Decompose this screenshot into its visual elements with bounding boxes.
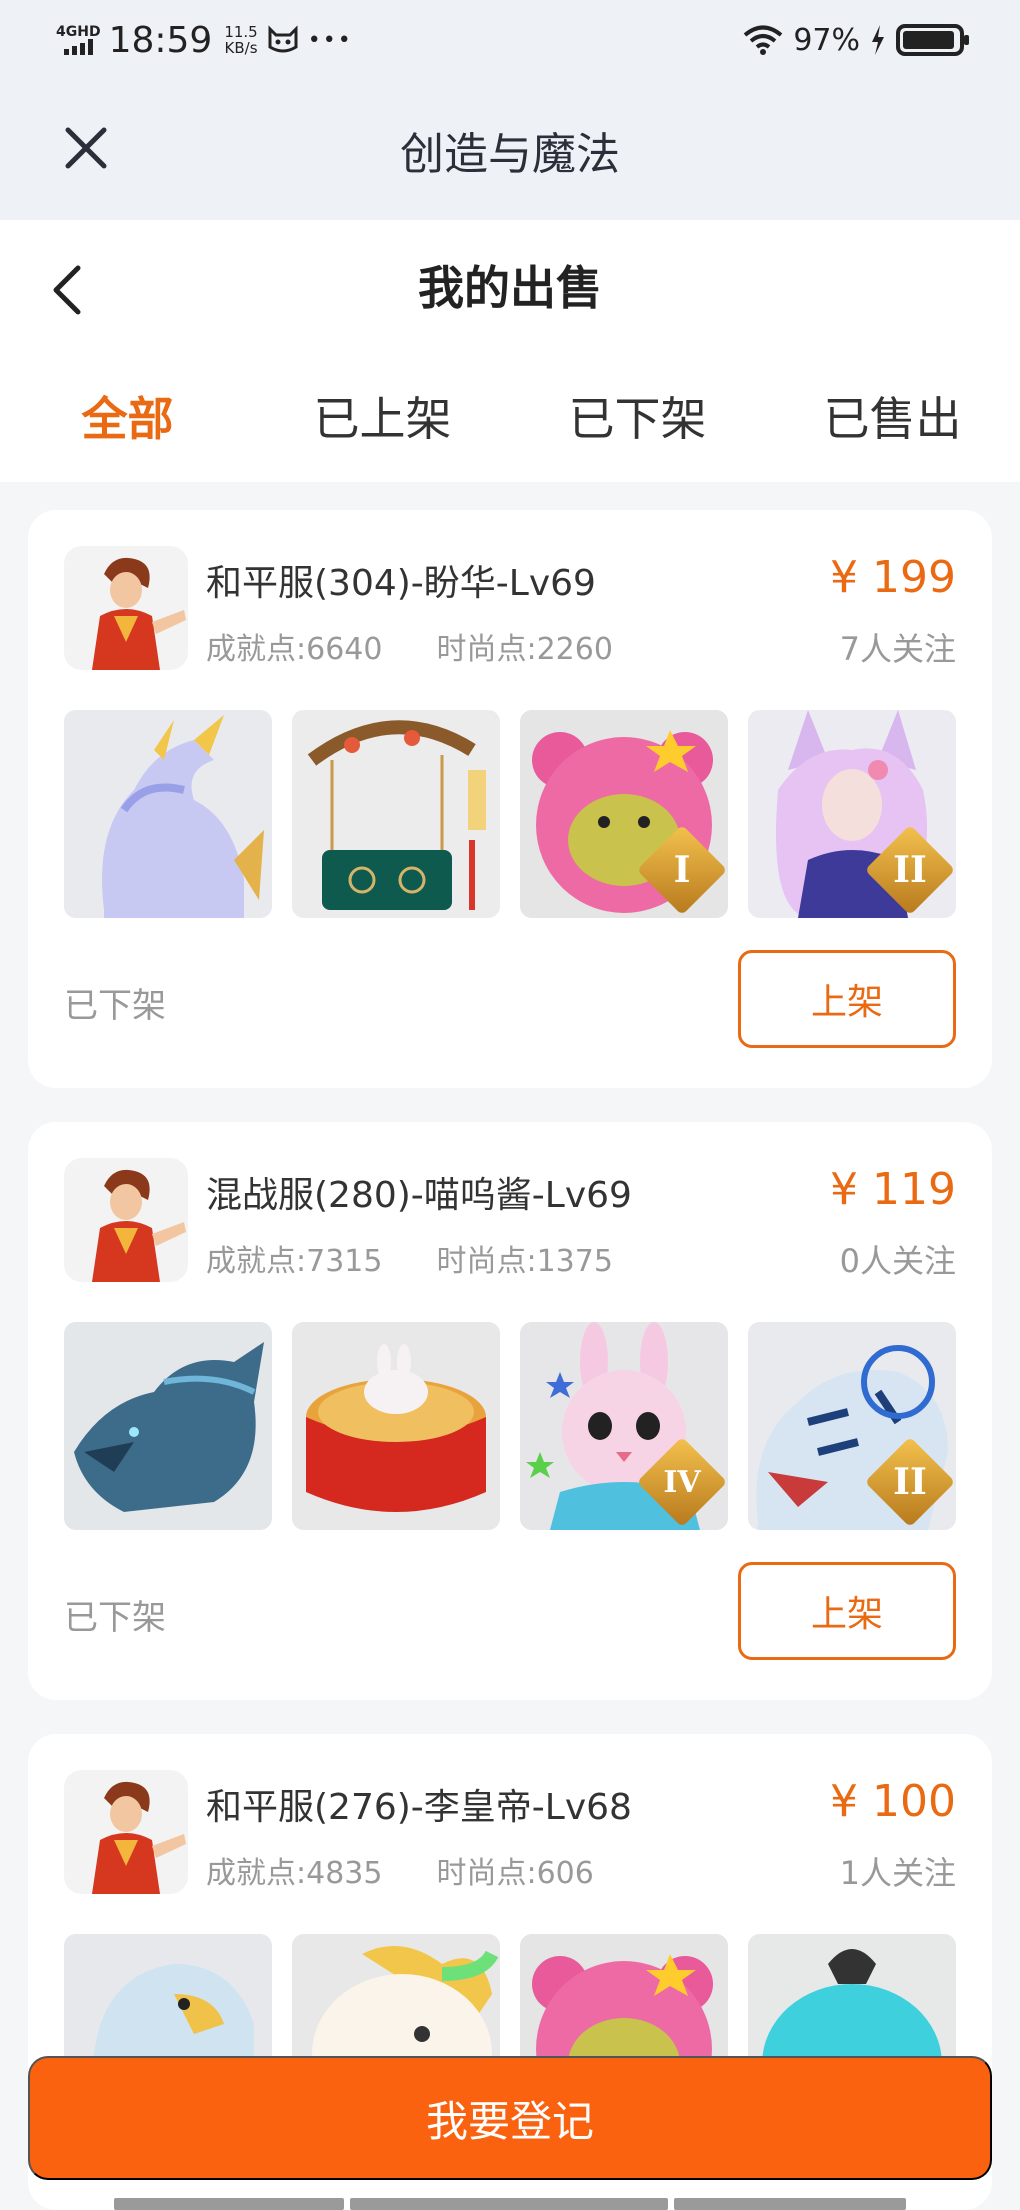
network-speed: 11.5 KB/s	[224, 24, 257, 56]
points-row: 成就点:6640 时尚点:2260	[206, 624, 613, 668]
warrior-avatar-icon	[64, 1158, 188, 1282]
white-tiger-mount-icon[interactable]: II	[748, 1322, 956, 1530]
swing-furniture-icon[interactable]	[292, 710, 500, 918]
watcher-count: 0人关注	[839, 1242, 956, 1280]
app-header: 创造与魔法	[0, 80, 1020, 220]
price: ¥ 100	[830, 1776, 956, 1827]
speed-unit: KB/s	[224, 39, 258, 57]
close-icon[interactable]	[58, 120, 114, 176]
more-notifications-icon: •••	[307, 27, 353, 53]
tab-all[interactable]: 全部	[0, 350, 255, 482]
server-and-character: 和平服(304)-盼华-Lv69	[206, 563, 596, 604]
status-tabs: 全部 已上架 已下架 已售出	[0, 350, 1020, 482]
pink-bear-pet-icon[interactable]: I	[520, 710, 728, 918]
blue-dragon-mount-icon[interactable]	[64, 1322, 272, 1530]
item-thumbnails: IV II	[64, 1322, 956, 1530]
back-chevron-icon[interactable]	[46, 260, 92, 320]
network-type: 4GHD	[56, 24, 101, 40]
item-thumbnails: I II	[64, 710, 956, 918]
status-bar: 4GHD 18:59 11.5 KB/s ••• 97%	[0, 0, 1020, 80]
character-avatar	[64, 546, 188, 670]
charging-icon	[872, 25, 884, 55]
status-left: 4GHD 18:59 11.5 KB/s •••	[56, 20, 353, 61]
points-row: 成就点:7315 时尚点:1375	[206, 1236, 613, 1280]
ice-horse-mount-icon[interactable]	[64, 710, 272, 918]
bunny-pet-icon[interactable]: IV	[520, 1322, 728, 1530]
character-avatar	[64, 1158, 188, 1282]
tab-sold[interactable]: 已售出	[765, 350, 1020, 482]
fox-fairy-outfit-icon[interactable]: II	[748, 710, 956, 918]
tier-label: II	[893, 1461, 927, 1503]
page-nav: 我的出售	[0, 220, 1020, 350]
tier-label: I	[673, 849, 691, 891]
server-and-character: 和平服(276)-李皇帝-Lv68	[206, 1787, 632, 1828]
price: ¥ 119	[830, 1164, 956, 1215]
fashion-points: 时尚点:1375	[436, 1244, 613, 1279]
fashion-points: 时尚点:606	[436, 1856, 594, 1891]
wifi-icon	[744, 25, 783, 55]
tier-label: II	[893, 849, 927, 891]
page-title: 我的出售	[418, 261, 602, 315]
tier-label: IV	[663, 1464, 701, 1500]
watcher-count: 1人关注	[839, 1854, 956, 1892]
price: ¥ 199	[830, 552, 956, 603]
points-row: 成就点:4835 时尚点:606	[206, 1848, 594, 1892]
clock: 18:59	[108, 19, 213, 61]
listing-card[interactable]: 混战服(280)-喵呜酱-Lv69 成就点:7315 时尚点:1375 ¥ 11…	[28, 1122, 992, 1700]
listing-state: 已下架	[64, 1598, 166, 1638]
warrior-avatar-icon	[64, 546, 188, 670]
listing-state: 已下架	[64, 986, 166, 1026]
list-for-sale-button[interactable]: 上架	[738, 1562, 956, 1660]
red-drum-bed-icon[interactable]	[292, 1322, 500, 1530]
achievement-points: 成就点:6640	[206, 632, 383, 667]
speed-value: 11.5	[224, 23, 258, 41]
watcher-count: 7人关注	[839, 630, 956, 668]
battery-icon	[896, 24, 969, 56]
network-indicator: 4GHD	[56, 25, 101, 55]
register-listing-button[interactable]: 我要登记	[28, 2056, 992, 2180]
cat-notification-icon	[268, 25, 298, 53]
status-right: 97%	[743, 22, 969, 58]
achievement-points: 成就点:4835	[206, 1856, 383, 1891]
list-for-sale-button[interactable]: 上架	[738, 950, 956, 1048]
tab-delisted[interactable]: 已下架	[510, 350, 765, 482]
server-and-character: 混战服(280)-喵呜酱-Lv69	[206, 1175, 632, 1216]
battery-percent: 97%	[793, 22, 860, 58]
home-indicator	[350, 2198, 668, 2210]
warrior-avatar-icon	[64, 1770, 188, 1894]
achievement-points: 成就点:7315	[206, 1244, 383, 1279]
app-title: 创造与魔法	[400, 129, 620, 180]
tab-listed[interactable]: 已上架	[255, 350, 510, 482]
listing-card[interactable]: 和平服(304)-盼华-Lv69 成就点:6640 时尚点:2260 ¥ 199…	[28, 510, 992, 1088]
home-indicator	[114, 2198, 344, 2210]
fashion-points: 时尚点:2260	[436, 632, 613, 667]
home-indicator	[674, 2198, 906, 2210]
signal-icon	[63, 39, 93, 55]
character-avatar	[64, 1770, 188, 1894]
